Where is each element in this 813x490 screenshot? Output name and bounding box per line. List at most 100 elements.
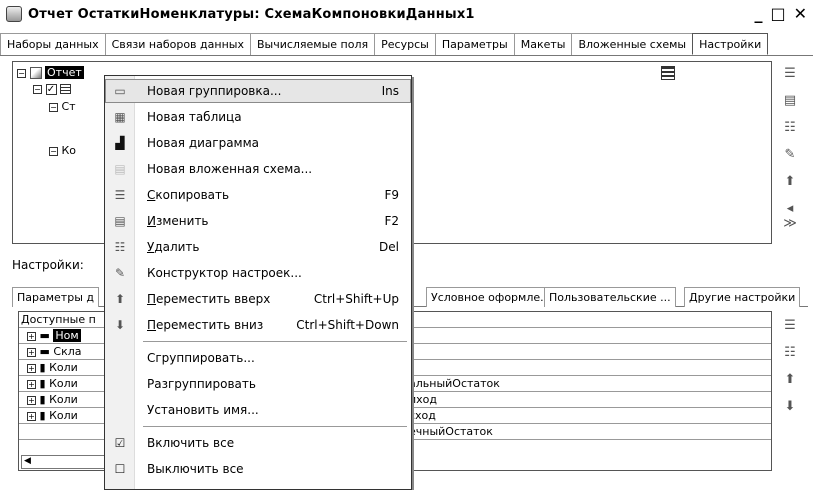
tab-settings[interactable]: Настройки <box>692 33 769 55</box>
menu-item-new-chart[interactable]: ▟ Новая диаграмма <box>105 131 411 155</box>
tab-conditional-appearance[interactable]: Условное оформле... <box>426 287 556 307</box>
minimize-button[interactable]: _ <box>754 4 762 23</box>
resource-icon: ▮ <box>39 377 46 390</box>
copy-icon: ☰ <box>114 188 126 202</box>
menu-item-new-nested-schema[interactable]: ▤ Новая вложенная схема... <box>105 157 411 181</box>
tree-row-item[interactable]: − Ко <box>49 142 76 160</box>
tab-other-settings[interactable]: Другие настройки <box>684 287 801 307</box>
menu-item-new-table[interactable]: ▦ Новая таблица <box>105 105 411 129</box>
scroll-left-icon[interactable]: ◀ <box>24 456 31 466</box>
expand-icon[interactable]: + <box>27 331 36 341</box>
close-button[interactable]: ✕ <box>794 4 807 23</box>
maximize-button[interactable]: □ <box>770 4 785 23</box>
menu-item-label: Установить имя... <box>147 403 259 417</box>
tab-user-fields[interactable]: Пользовательские ... <box>544 287 676 307</box>
menu-item-set-name[interactable]: Установить имя... <box>105 398 411 422</box>
menu-item-shortcut: Ins <box>381 84 399 98</box>
menu-item-copy[interactable]: ☰ Скопировать F9 <box>105 183 411 207</box>
title-bar: Отчет ОстаткиНоменклатуры: СхемаКомпонов… <box>0 0 813 28</box>
add-grouping-icon[interactable]: ☰ <box>780 66 800 84</box>
menu-item-ungroup[interactable]: Разгруппировать <box>105 372 411 396</box>
tab-data-parameters[interactable]: Параметры д <box>12 287 99 307</box>
wizard-icon: ✎ <box>114 266 126 280</box>
menu-item-label: Разгруппировать <box>147 377 256 391</box>
menu-item-edit[interactable]: ▤ Изменить F2 <box>105 209 411 233</box>
menu-item-label: Переместить вниз <box>147 318 264 332</box>
menu-item-label: Конструктор настроек... <box>147 266 302 280</box>
row-label: Коли <box>49 409 78 422</box>
tree-item-label: Ст <box>61 100 76 113</box>
menu-item-label: Выключить все <box>147 462 244 476</box>
expand-icon[interactable]: + <box>27 395 36 405</box>
delete-field-icon[interactable]: ☷ <box>780 345 800 363</box>
layout-icon[interactable] <box>661 66 675 80</box>
collapse-icon[interactable]: − <box>17 68 26 78</box>
menu-item-label: Включить все <box>147 436 235 450</box>
tab-calculated-fields[interactable]: Вычисляемые поля <box>249 33 376 55</box>
menu-item-new-grouping[interactable]: ▭ Новая группировка... Ins <box>105 79 411 103</box>
row-label: Ном <box>53 329 81 342</box>
add-field-icon[interactable]: ☰ <box>780 318 800 336</box>
report-icon <box>29 67 42 79</box>
tab-layouts[interactable]: Макеты <box>513 33 573 55</box>
row-value: ечныйОстаток <box>407 424 493 440</box>
resource-icon: ▮ <box>39 361 46 374</box>
window-title: Отчет ОстаткиНоменклатуры: СхемаКомпонов… <box>28 6 475 22</box>
collapse-icon[interactable]: − <box>33 84 42 94</box>
tab-resources[interactable]: Ресурсы <box>374 33 436 55</box>
delete-icon: ☷ <box>114 240 126 254</box>
settings-label: Настройки: <box>12 258 84 272</box>
tab-parameters[interactable]: Параметры <box>434 33 515 55</box>
new-chart-icon: ▟ <box>115 136 125 150</box>
move-up-icon[interactable]: ⬆ <box>780 174 800 192</box>
move-up-icon[interactable]: ⬆ <box>780 372 800 390</box>
edit-icon[interactable]: ▤ <box>780 93 800 111</box>
collapse-icon[interactable]: − <box>49 146 58 156</box>
menu-item-label: Сгруппировать... <box>147 351 255 365</box>
edit-icon: ▤ <box>114 214 126 228</box>
tree-row-table[interactable]: − ✓ <box>33 80 71 98</box>
menu-item-delete[interactable]: ☷ Удалить Del <box>105 235 411 259</box>
menu-item-label: Удалить <box>147 240 200 254</box>
expand-icon[interactable]: + <box>27 379 36 389</box>
menu-item-check-all[interactable]: ☑ Включить все <box>105 431 411 455</box>
resource-icon: ▮ <box>39 393 46 406</box>
collapse-icon[interactable]: − <box>49 102 58 112</box>
menu-item-move-up[interactable]: ⬆ Переместить вверх Ctrl+Shift+Up <box>105 287 411 311</box>
tree-row-item[interactable]: − Ст <box>49 98 76 116</box>
tree-root-label: Отчет <box>45 66 84 79</box>
menu-item-label: Новая вложенная схема... <box>147 162 313 176</box>
delete-icon[interactable]: ☷ <box>780 120 800 138</box>
menu-item-group[interactable]: Сгруппировать... <box>105 346 411 370</box>
new-grouping-icon: ▭ <box>114 84 126 98</box>
menu-item-shortcut: Ctrl+Shift+Down <box>296 318 399 332</box>
field-icon: ▬ <box>39 345 50 358</box>
menu-item-shortcut: Del <box>379 240 399 254</box>
more-icon[interactable]: ◂ ≫ <box>780 201 800 231</box>
nested-schema-icon: ▤ <box>114 162 126 176</box>
menu-item-uncheck-all[interactable]: ☐ Выключить все <box>105 457 411 481</box>
checkbox-icon[interactable]: ✓ <box>45 83 57 95</box>
row-value: альныйОстаток <box>407 376 500 392</box>
menu-item-settings-wizard[interactable]: ✎ Конструктор настроек... <box>105 261 411 285</box>
tab-nested-schemas[interactable]: Вложенные схемы <box>571 33 694 55</box>
expand-icon[interactable]: + <box>27 363 36 373</box>
menu-separator <box>143 341 407 342</box>
table-icon <box>60 84 71 94</box>
menu-item-move-down[interactable]: ⬇ Переместить вниз Ctrl+Shift+Down <box>105 313 411 337</box>
row-label: Коли <box>49 377 78 390</box>
arrow-up-icon: ⬆ <box>114 292 126 306</box>
tab-data-sets[interactable]: Наборы данных <box>0 33 106 55</box>
grid-header-label: Доступные п <box>21 313 96 326</box>
check-all-icon: ☑ <box>114 436 126 450</box>
tab-data-set-links[interactable]: Связи наборов данных <box>104 33 251 55</box>
row-label: Коли <box>49 361 78 374</box>
move-down-icon[interactable]: ⬇ <box>780 399 800 417</box>
expand-icon[interactable]: + <box>27 347 36 357</box>
expand-icon[interactable]: + <box>27 411 36 421</box>
menu-separator <box>143 426 407 427</box>
menu-item-shortcut: Ctrl+Shift+Up <box>313 292 399 306</box>
uncheck-all-icon: ☐ <box>114 462 126 476</box>
wizard-icon[interactable]: ✎ <box>780 147 800 165</box>
new-table-icon: ▦ <box>114 110 126 124</box>
